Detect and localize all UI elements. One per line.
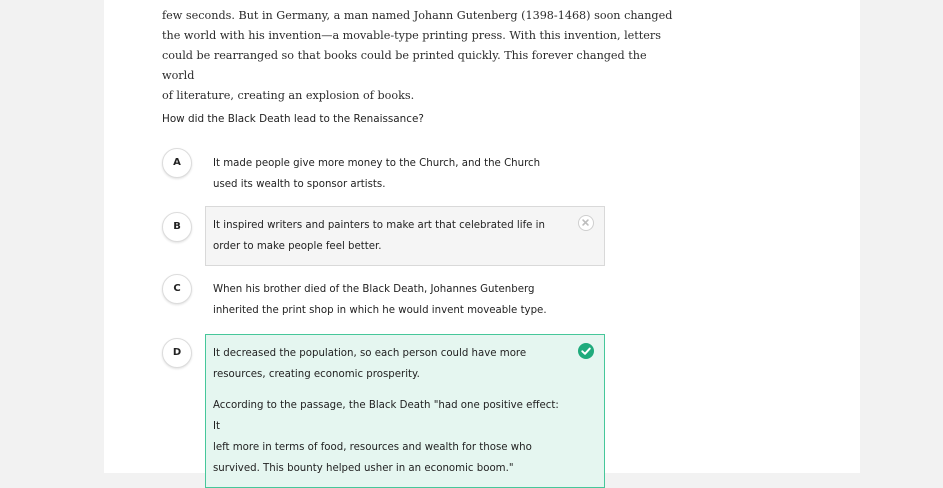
answer-text-line: order to make people feel better.: [213, 241, 382, 252]
passage-line: of literature, creating an explosion of …: [162, 89, 415, 102]
answer-choice-b[interactable]: It inspired writers and painters to make…: [205, 206, 605, 266]
answer-text-line: It made people give more money to the Ch…: [213, 158, 541, 169]
answer-text-line: It inspired writers and painters to make…: [213, 220, 545, 231]
explanation-line: left more in terms of food, resources an…: [213, 442, 532, 453]
passage-line: the world with his invention—a movable-t…: [162, 29, 661, 42]
answer-text-line: resources, creating economic prosperity.: [213, 369, 420, 380]
question-text: How did the Black Death lead to the Rena…: [162, 113, 424, 125]
answer-text-line: used its wealth to sponsor artists.: [213, 179, 386, 190]
option-letter-c[interactable]: C: [162, 274, 192, 304]
answer-choice-d[interactable]: It decreased the population, so each per…: [205, 334, 605, 488]
option-letter-d[interactable]: D: [162, 338, 192, 368]
explanation-line: According to the passage, the Black Deat…: [213, 400, 559, 432]
answer-explanation: According to the passage, the Black Deat…: [213, 395, 564, 479]
answer-text-line: inherited the print shop in which he wou…: [213, 305, 547, 316]
answer-text-line: When his brother died of the Black Death…: [213, 284, 535, 295]
option-letter-b[interactable]: B: [162, 212, 192, 242]
check-circle-icon: [578, 343, 594, 359]
passage-line: could be rearranged so that books could …: [162, 49, 647, 82]
option-letter-a[interactable]: A: [162, 148, 192, 178]
reading-passage: few seconds. But in Germany, a man named…: [162, 6, 682, 106]
answer-text-line: It decreased the population, so each per…: [213, 348, 527, 359]
x-circle-icon: [578, 215, 594, 231]
answer-choice-c[interactable]: When his brother died of the Black Death…: [205, 270, 605, 330]
explanation-line: survived. This bounty helped usher in an…: [213, 463, 514, 474]
answer-choice-a[interactable]: It made people give more money to the Ch…: [205, 144, 605, 204]
passage-line: few seconds. But in Germany, a man named…: [162, 9, 673, 22]
